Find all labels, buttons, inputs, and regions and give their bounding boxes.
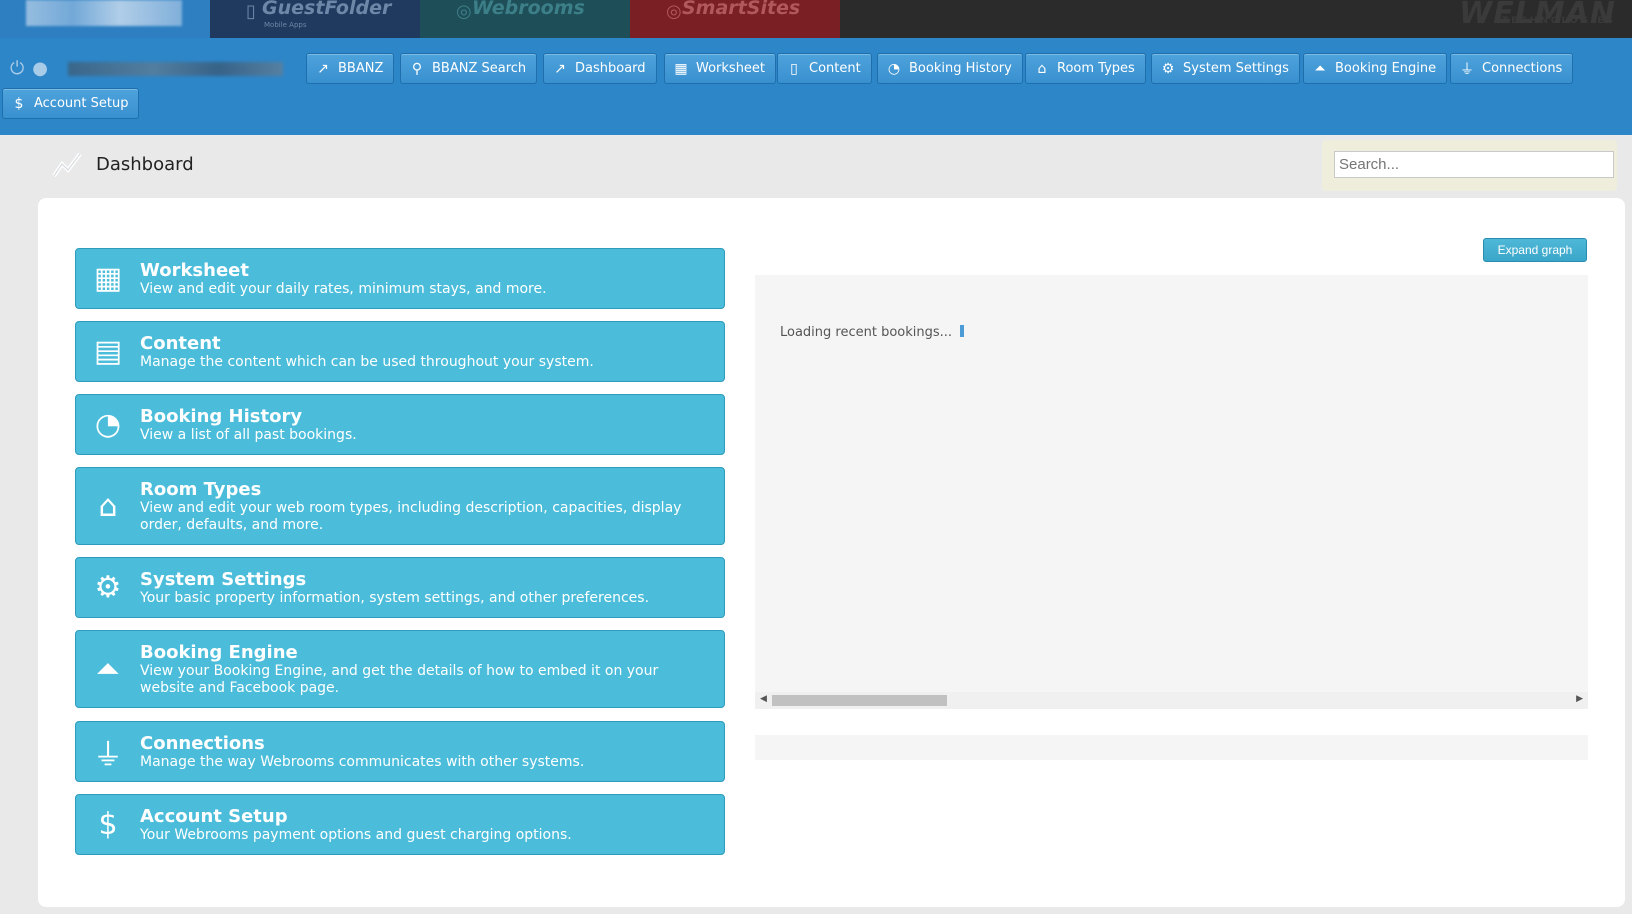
account-logo: [26, 0, 182, 26]
search-icon: ⚲: [411, 60, 423, 77]
plug-icon: ⏚: [93, 737, 123, 773]
document-icon: ▯: [790, 60, 798, 77]
search-input[interactable]: [1334, 151, 1614, 178]
card-account-setup[interactable]: $ Account Setup Your Webrooms payment op…: [75, 794, 725, 855]
gear-icon: ⚙: [1161, 60, 1175, 77]
card-content[interactable]: ▤ Content Manage the content which can b…: [75, 321, 725, 382]
loading-bar: [960, 325, 965, 337]
tab-home-account[interactable]: [0, 0, 210, 38]
nav-booking-history-button[interactable]: ◔ Booking History: [877, 53, 1023, 84]
power-icon[interactable]: ⏻: [10, 58, 24, 79]
chart-icon: [52, 152, 82, 178]
bell-icon: ⏶: [96, 651, 120, 687]
nav-room-types-button[interactable]: ⌂ Room Types: [1025, 53, 1146, 84]
search-box: [1322, 140, 1617, 191]
webrooms-logo-icon: ◎: [456, 1, 472, 22]
nav-account-setup-button[interactable]: $ Account Setup: [2, 88, 140, 119]
chart-icon: ↗: [317, 60, 329, 77]
nav-bbanz-button[interactable]: ↗ BBANZ: [306, 53, 395, 84]
document-icon: ▤: [93, 334, 123, 369]
page-header: Dashboard: [52, 150, 194, 178]
expand-graph-button[interactable]: Expand graph: [1483, 238, 1587, 262]
scrollbar-thumb[interactable]: [772, 695, 947, 706]
nav-content-button[interactable]: ▯ Content: [777, 53, 872, 84]
scroll-right-icon[interactable]: ▶: [1576, 694, 1583, 704]
chart-icon: ↗: [554, 60, 566, 77]
user-area: ⏻ ●: [10, 58, 283, 79]
graph-horizontal-scrollbar[interactable]: ◀ ▶: [755, 692, 1588, 709]
product-switcher-bar: ▯ GuestFolder Mobile Apps ◎ Webrooms ◎ S…: [0, 0, 1632, 38]
dollar-icon: $: [98, 807, 118, 842]
history-icon: ◔: [94, 407, 122, 442]
gear-icon: ⚙: [94, 570, 122, 605]
loading-indicator: Loading recent bookings...: [780, 325, 965, 340]
card-booking-engine[interactable]: ⏶ Booking Engine View your Booking Engin…: [75, 630, 725, 708]
tab-smartsites[interactable]: ◎ SmartSites: [630, 0, 840, 38]
nav-booking-engine-button[interactable]: ⏶ Booking Engine: [1303, 53, 1448, 84]
card-booking-history[interactable]: ◔ Booking History View a list of all pas…: [75, 394, 725, 455]
nav-bbanz-search-button[interactable]: ⚲ BBANZ Search: [400, 53, 538, 84]
smartsites-logo-icon: ◎: [666, 1, 682, 22]
nav-worksheet-button[interactable]: ▦ Worksheet: [664, 53, 777, 84]
user-icon[interactable]: ●: [32, 58, 48, 79]
scroll-left-icon[interactable]: ◀: [760, 694, 767, 704]
graph-footer: [755, 735, 1588, 760]
tab-webrooms[interactable]: ◎ Webrooms: [420, 0, 630, 38]
home-icon: ⌂: [1037, 60, 1047, 77]
nav-dashboard-button[interactable]: ↗ Dashboard: [543, 53, 657, 84]
card-worksheet[interactable]: ▦ Worksheet View and edit your daily rat…: [75, 248, 725, 309]
nav-system-settings-button[interactable]: ⚙ System Settings: [1151, 53, 1300, 84]
grid-icon: ▦: [93, 261, 123, 296]
dollar-icon: $: [14, 95, 24, 112]
card-room-types[interactable]: ⌂ Room Types View and edit your web room…: [75, 467, 725, 545]
bell-icon: ⏶: [1314, 60, 1326, 77]
property-name: [67, 61, 283, 76]
card-connections[interactable]: ⏚ Connections Manage the way Webrooms co…: [75, 721, 725, 782]
card-system-settings[interactable]: ⚙ System Settings Your basic property in…: [75, 557, 725, 618]
grid-icon: ▦: [674, 60, 688, 77]
recent-bookings-graph: Loading recent bookings... ◀ ▶: [755, 275, 1588, 709]
main-navbar: ⏻ ● ↗ BBANZ ⚲ BBANZ Search ↗ Dashboard ▦…: [0, 38, 1632, 135]
guestfolder-logo-icon: ▯: [246, 1, 256, 22]
brand-logo: WELMAN TECHNOLOGIES: [1459, 0, 1616, 31]
page-title: Dashboard: [96, 153, 194, 175]
tab-guestfolder[interactable]: ▯ GuestFolder Mobile Apps: [210, 0, 420, 38]
home-icon: ⌂: [98, 488, 118, 524]
history-icon: ◔: [887, 60, 901, 77]
nav-connections-button[interactable]: ⏚ Connections: [1450, 53, 1574, 84]
plug-icon: ⏚: [1460, 61, 1474, 78]
